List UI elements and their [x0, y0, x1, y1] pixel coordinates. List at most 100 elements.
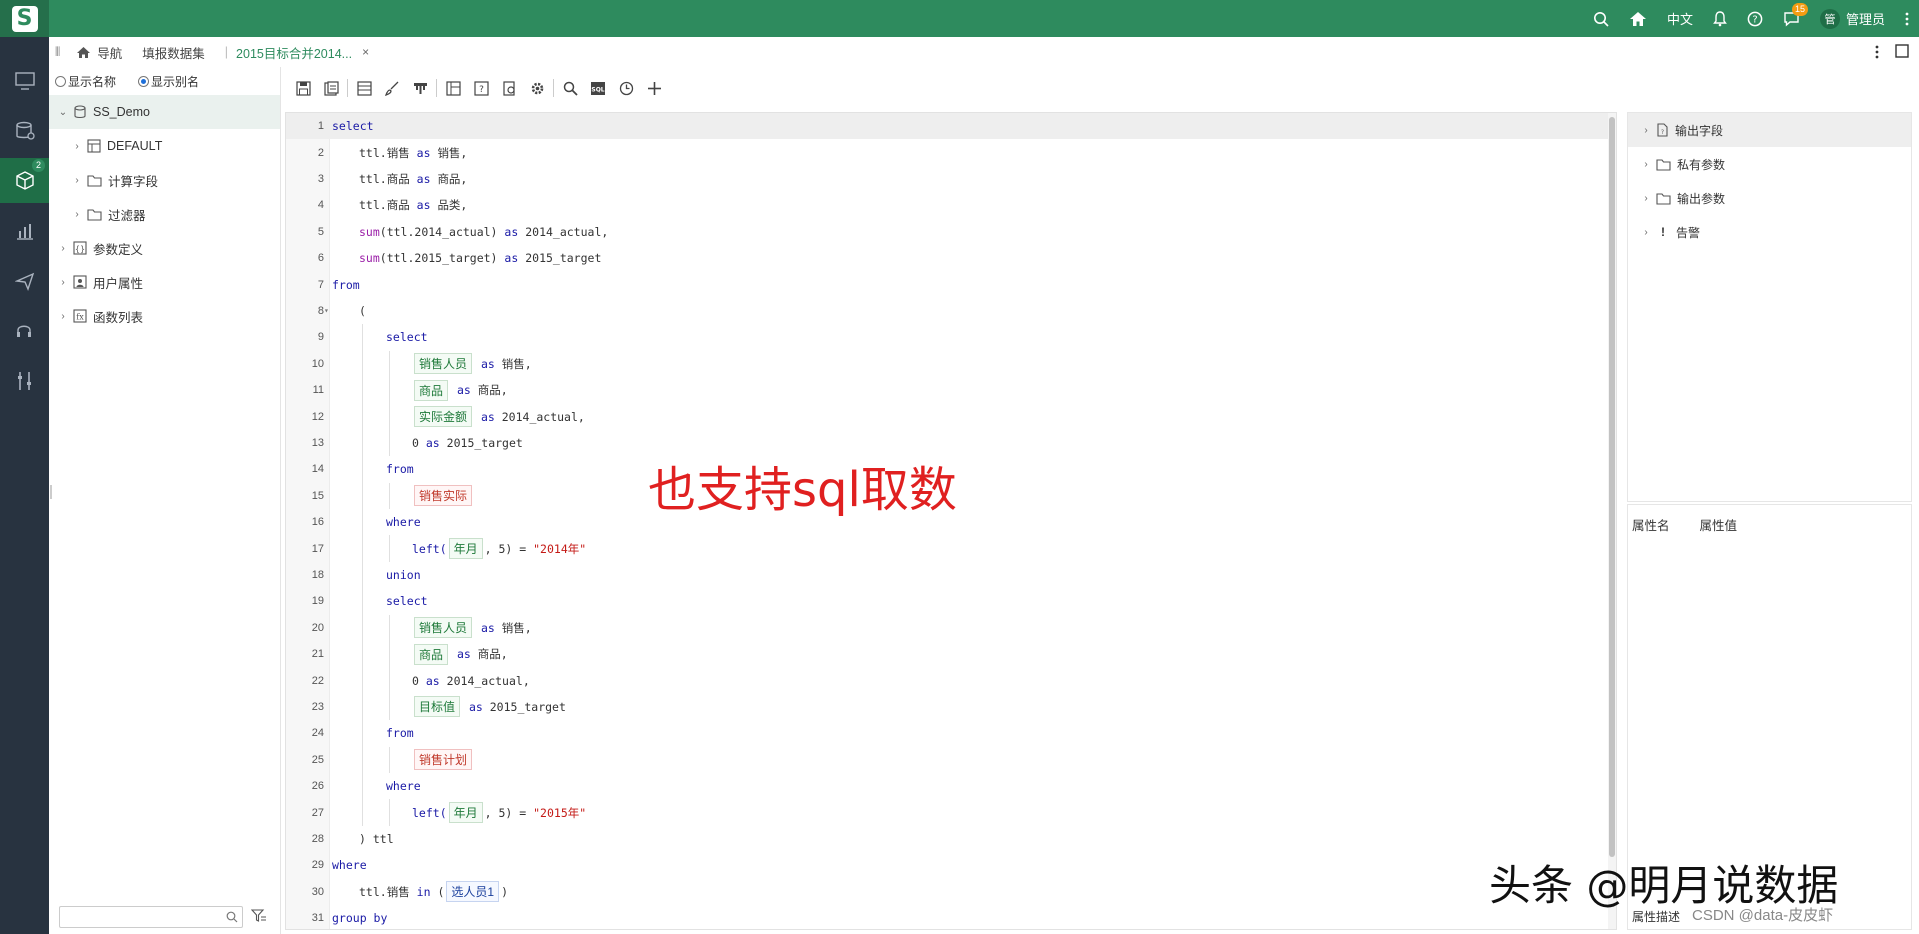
- field-token[interactable]: 年月: [448, 538, 483, 560]
- code-line[interactable]: 19: [286, 588, 1616, 614]
- format-icon[interactable]: [406, 74, 434, 102]
- code-line[interactable]: 24: [286, 720, 1616, 746]
- indent-guide: [362, 324, 363, 351]
- param-token[interactable]: 选人员1: [446, 881, 500, 903]
- sql-editor[interactable]: 1 2 3 4 5 6 7 8 ▾ 9 10 11 12 13 14 15 16 17 18 19 20 21 22 23 24…: [285, 112, 1617, 930]
- home-icon[interactable]: [1629, 11, 1647, 27]
- tab-dataset[interactable]: 填报数据集: [132, 37, 215, 67]
- table-token[interactable]: 销售实际: [414, 485, 473, 507]
- code-line[interactable]: 28: [286, 826, 1616, 852]
- code-text: left(年月, 5) = "2015年": [412, 799, 586, 825]
- layout-icon[interactable]: [439, 74, 467, 102]
- chevron-right-icon[interactable]: ›: [69, 175, 85, 186]
- code-line[interactable]: 2: [286, 139, 1616, 165]
- indent-guide: [389, 429, 390, 457]
- code-line[interactable]: 18: [286, 562, 1616, 588]
- node-output-fields[interactable]: ›? 输出字段: [1628, 113, 1911, 147]
- editor-scrollbar[interactable]: [1608, 113, 1616, 929]
- chevron-right-icon[interactable]: ›: [55, 277, 71, 288]
- tab-active-query[interactable]: | 2015目标合并2014... ×: [215, 37, 379, 67]
- code-line[interactable]: 31: [286, 905, 1616, 929]
- user-menu[interactable]: 管管理员: [1819, 8, 1885, 29]
- field-token[interactable]: 目标值: [414, 696, 461, 718]
- save-icon[interactable]: [289, 74, 317, 102]
- field-token[interactable]: 商品: [414, 379, 449, 401]
- code-line[interactable]: 3: [286, 166, 1616, 192]
- save-as-icon[interactable]: [317, 74, 345, 102]
- tab-nav[interactable]: 导航: [66, 37, 132, 67]
- code-line[interactable]: 26: [286, 773, 1616, 799]
- line-number: 29: [311, 859, 324, 872]
- node-label: 私有参数: [1677, 157, 1726, 172]
- field-token[interactable]: 销售人员: [414, 353, 473, 375]
- app-logo[interactable]: S: [0, 0, 49, 37]
- field-token[interactable]: 商品: [414, 643, 449, 665]
- tree-node-user-attrs[interactable]: › 用户属性: [49, 265, 280, 299]
- chart-icon[interactable]: [0, 211, 49, 251]
- tree-node-param-def[interactable]: › {} 参数定义: [49, 231, 280, 265]
- chevron-right-icon[interactable]: ›: [1638, 193, 1654, 204]
- search-icon[interactable]: [556, 74, 584, 102]
- brush-icon[interactable]: [378, 74, 406, 102]
- chevron-right-icon[interactable]: ›: [69, 141, 85, 152]
- radio-show-alias[interactable]: 显示别名: [138, 73, 199, 90]
- field-token[interactable]: 实际金额: [414, 406, 473, 428]
- chevron-right-icon[interactable]: ›: [55, 243, 71, 254]
- field-token[interactable]: 销售人员: [414, 617, 473, 639]
- gear-icon[interactable]: [523, 74, 551, 102]
- search-icon[interactable]: [1593, 11, 1609, 27]
- chevron-down-icon[interactable]: ⌄: [55, 107, 71, 118]
- preview-icon[interactable]: [495, 74, 523, 102]
- node-private-params[interactable]: › 私有参数: [1628, 147, 1911, 181]
- code-line[interactable]: 7: [286, 271, 1616, 297]
- field-token[interactable]: 年月: [448, 802, 483, 824]
- table-view-icon[interactable]: [350, 74, 378, 102]
- cube-icon[interactable]: 2: [0, 158, 49, 203]
- code-line[interactable]: 8 ▾: [286, 298, 1616, 324]
- code-text: from: [386, 720, 414, 746]
- panel-resize-handle[interactable]: [50, 485, 52, 499]
- chevron-right-icon[interactable]: ›: [1638, 227, 1654, 238]
- tools-icon[interactable]: [0, 361, 49, 401]
- fold-arrow-icon[interactable]: ▾: [324, 306, 332, 315]
- code-line[interactable]: 9: [286, 324, 1616, 350]
- radio-show-name[interactable]: 显示名称: [55, 73, 116, 90]
- language-switch[interactable]: 中文: [1667, 9, 1693, 28]
- send-icon[interactable]: [0, 261, 49, 301]
- scrollbar-thumb[interactable]: [1609, 117, 1615, 857]
- more-vertical-icon[interactable]: [1905, 11, 1909, 27]
- code-line[interactable]: 1: [286, 113, 1616, 140]
- node-alerts[interactable]: ›! 告警: [1628, 215, 1911, 249]
- help-icon[interactable]: ?: [1747, 11, 1763, 27]
- tree-search-input[interactable]: [59, 906, 243, 928]
- tree-node-functions[interactable]: › fx 函数列表: [49, 299, 280, 333]
- message-icon[interactable]: 15: [1783, 2, 1808, 27]
- maximize-icon[interactable]: [1895, 44, 1909, 63]
- more-vertical-icon[interactable]: [1875, 44, 1879, 63]
- database-icon[interactable]: [0, 111, 49, 151]
- help-doc-icon[interactable]: ?: [467, 74, 495, 102]
- headset-icon[interactable]: [0, 311, 49, 351]
- table-token[interactable]: 销售计划: [414, 749, 473, 771]
- tree-node-filters[interactable]: › 过滤器: [49, 197, 280, 231]
- tree-node-default[interactable]: › DEFAULT: [49, 129, 280, 163]
- chevron-right-icon[interactable]: ›: [1638, 159, 1654, 170]
- sql-icon[interactable]: SQL: [584, 74, 612, 102]
- tree-node-root[interactable]: ⌄ SS_Demo: [49, 95, 280, 129]
- clock-icon[interactable]: [612, 74, 640, 102]
- chevron-right-icon[interactable]: ›: [69, 209, 85, 220]
- tree-node-calc-fields[interactable]: › 计算字段: [49, 163, 280, 197]
- menu-toggle-icon[interactable]: ⫴: [49, 37, 66, 67]
- close-icon[interactable]: ×: [362, 45, 369, 59]
- chevron-right-icon[interactable]: ›: [1638, 125, 1654, 136]
- code-line[interactable]: 4: [286, 192, 1616, 218]
- monitor-icon[interactable]: [0, 61, 49, 101]
- code-token: 2015_target: [446, 435, 523, 450]
- node-output-params[interactable]: › 输出参数: [1628, 181, 1911, 215]
- bell-icon[interactable]: [1713, 10, 1727, 27]
- code-line[interactable]: 25: [286, 747, 1616, 773]
- chevron-right-icon[interactable]: ›: [55, 311, 71, 322]
- filter-icon[interactable]: [250, 909, 267, 926]
- plus-icon[interactable]: [640, 74, 668, 102]
- code-line[interactable]: 29: [286, 852, 1616, 878]
